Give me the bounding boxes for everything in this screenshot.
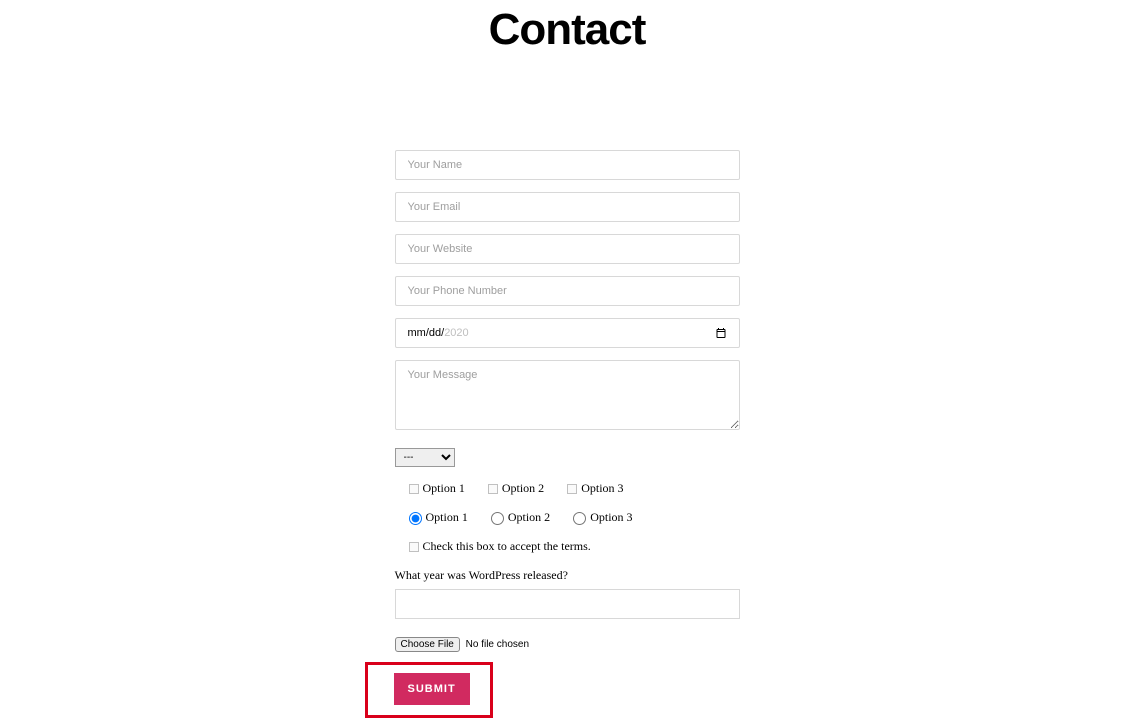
phone-input[interactable] (395, 276, 740, 306)
radio-input[interactable] (573, 512, 586, 525)
terms-row: Check this box to accept the terms. (409, 539, 740, 554)
checkbox-group: Option 1 Option 2 Option 3 (409, 481, 740, 496)
file-status-text: No file chosen (466, 639, 529, 650)
terms-checkbox-label[interactable]: Check this box to accept the terms. (409, 539, 591, 553)
calendar-icon (715, 327, 727, 339)
radio-option-1[interactable]: Option 1 (409, 510, 468, 524)
checkbox-icon (409, 484, 419, 494)
contact-form: mm/dd/2020 --- Option 1 Option 2 Option … (395, 150, 740, 718)
message-input[interactable] (395, 360, 740, 430)
date-value: mm/dd/2020 (408, 327, 469, 339)
quiz-input[interactable] (395, 589, 740, 619)
checkbox-icon (488, 484, 498, 494)
checkbox-option-1[interactable]: Option 1 (409, 481, 465, 495)
checkbox-option-2[interactable]: Option 2 (488, 481, 544, 495)
dropdown-select[interactable]: --- (395, 448, 455, 467)
checkbox-icon (567, 484, 577, 494)
submit-button[interactable]: SUBMIT (394, 673, 470, 705)
file-upload-row: Choose File No file chosen (395, 637, 740, 652)
website-input[interactable] (395, 234, 740, 264)
name-input[interactable] (395, 150, 740, 180)
radio-input[interactable] (409, 512, 422, 525)
radio-option-2[interactable]: Option 2 (491, 510, 550, 524)
radio-input[interactable] (491, 512, 504, 525)
radio-group: Option 1 Option 2 Option 3 (409, 510, 740, 525)
radio-option-3[interactable]: Option 3 (573, 510, 632, 524)
choose-file-button[interactable]: Choose File (395, 637, 460, 652)
email-input[interactable] (395, 192, 740, 222)
date-input[interactable]: mm/dd/2020 (395, 318, 740, 348)
checkbox-option-3[interactable]: Option 3 (567, 481, 623, 495)
checkbox-icon (409, 542, 419, 552)
page-title: Contact (0, 0, 1134, 55)
submit-highlight-box: SUBMIT (365, 662, 493, 718)
quiz-question-label: What year was WordPress released? (395, 568, 740, 583)
